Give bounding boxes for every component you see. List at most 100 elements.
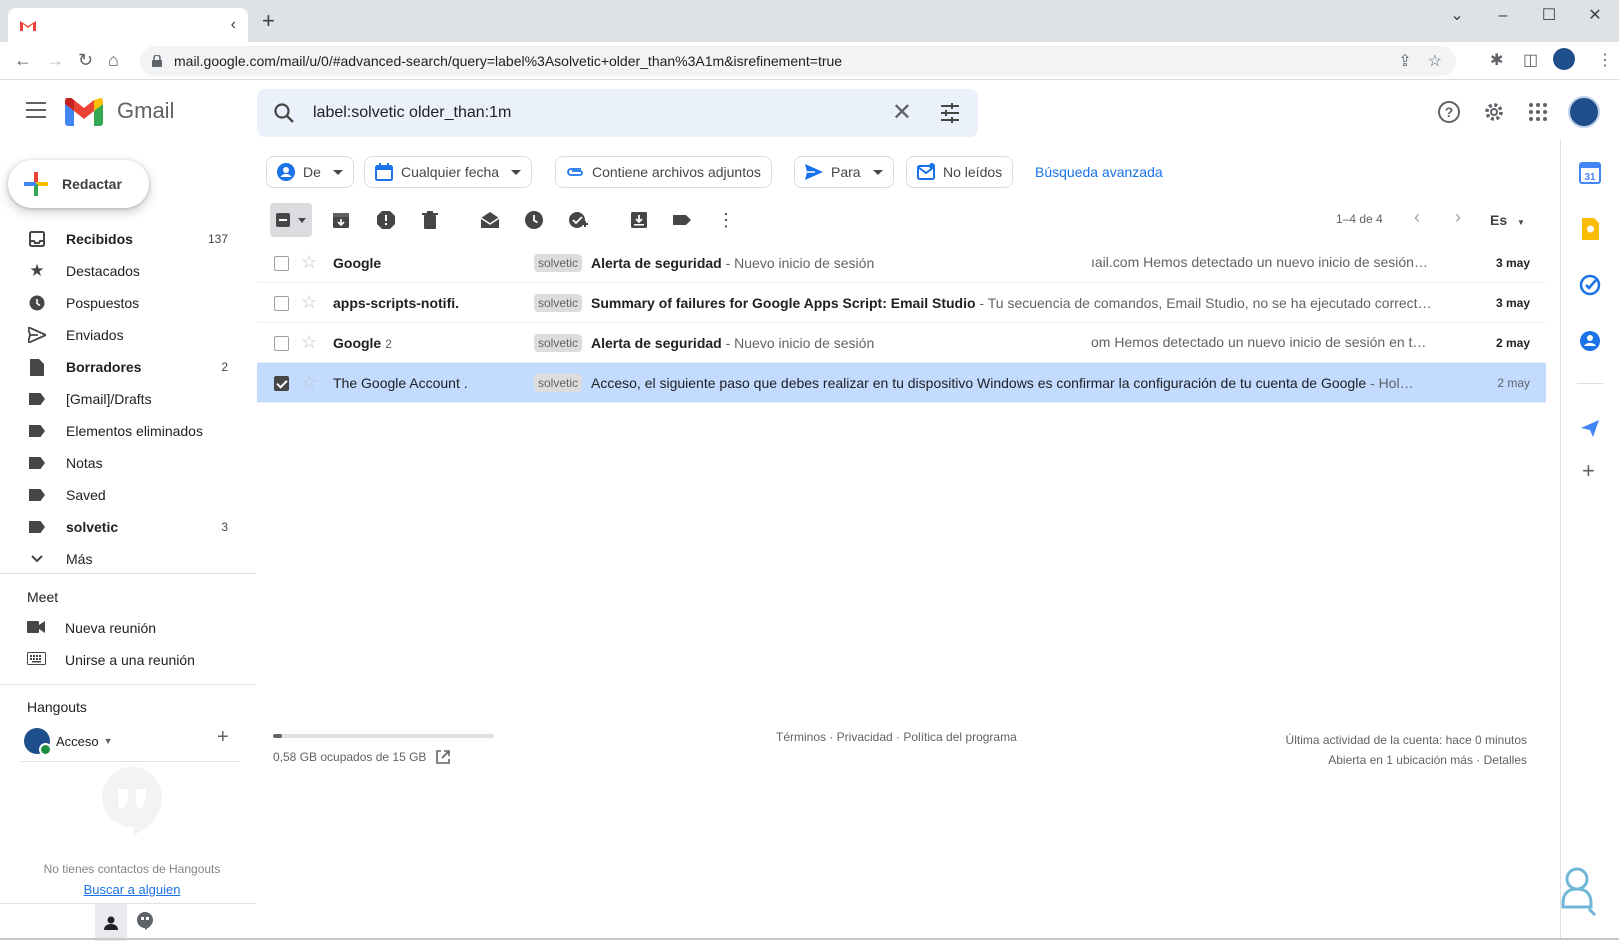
hangouts-chat-icon[interactable] (137, 912, 153, 935)
bookmark-star-icon[interactable]: ☆ (1428, 51, 1442, 71)
back-icon[interactable]: ← (14, 50, 32, 70)
person-icon[interactable] (95, 904, 127, 941)
report-spam-icon[interactable] (376, 210, 396, 230)
next-page-icon[interactable]: › (1455, 207, 1461, 228)
star-toggle-icon[interactable]: ☆ (301, 373, 317, 391)
sidebar-item-recibidos[interactable]: Recibidos 137 (0, 223, 256, 255)
main-menu-icon[interactable] (26, 102, 46, 123)
join-meeting-label: Unirse a una reunión (65, 652, 195, 668)
snooze-icon[interactable] (524, 210, 544, 230)
caret-down-icon (332, 169, 343, 175)
hangouts-empty-text: No tienes contactos de Hangouts (43, 862, 221, 876)
maximize-button[interactable]: ☐ (1526, 6, 1572, 26)
search-icon[interactable] (273, 102, 295, 124)
sidebar-item-label: Pospuestos (66, 295, 140, 311)
mark-as-read-icon[interactable] (480, 210, 500, 230)
label-as-icon[interactable] (672, 210, 692, 230)
filter-date-chip[interactable]: Cualquier fecha (364, 156, 533, 188)
sidebar-item-borradores[interactable]: Borradores 2 (0, 351, 256, 383)
label-chip[interactable]: solvetic (534, 294, 583, 312)
sidebar-item-mas[interactable]: Más (0, 543, 256, 575)
sidebar-item-notas[interactable]: Notas (0, 447, 256, 479)
message-row-selected[interactable]: ☆ The Google Account . solvetic Acceso, … (257, 363, 1546, 403)
omnibox[interactable]: mail.google.com/mail/u/0/#advanced-searc… (140, 46, 1456, 76)
star-toggle-icon[interactable]: ☆ (301, 333, 317, 351)
sidebar-item-solvetic[interactable]: solvetic 3 (0, 511, 256, 543)
keep-app-icon[interactable] (1579, 218, 1601, 240)
label-chip[interactable]: solvetic (534, 254, 583, 272)
apps-grid-icon[interactable] (1526, 100, 1550, 124)
search-options-icon[interactable] (940, 103, 960, 123)
sidebar-item-pospuestos[interactable]: Pospuestos (0, 287, 256, 319)
hangouts-user[interactable]: Acceso ▼ (24, 728, 113, 756)
advanced-search-link[interactable]: Búsqueda avanzada (1035, 164, 1163, 180)
clear-search-icon[interactable]: ✕ (892, 99, 912, 127)
pagination-text: 1–4 de 4 (1336, 212, 1383, 226)
sidebar-item-enviados[interactable]: Enviados (0, 319, 256, 351)
delete-icon[interactable] (420, 210, 440, 230)
add-to-tasks-icon[interactable] (568, 210, 588, 230)
add-contact-icon[interactable]: + (217, 726, 229, 749)
star-toggle-icon[interactable]: ☆ (301, 293, 317, 311)
open-in-new-icon[interactable] (436, 750, 451, 764)
calendar-app-icon[interactable]: 31 (1579, 162, 1601, 184)
sidebar-item-saved[interactable]: Saved (0, 479, 256, 511)
tab-chevron-icon[interactable]: ‹ (231, 16, 236, 34)
tasks-app-icon[interactable] (1579, 274, 1601, 296)
help-icon[interactable]: ? (1437, 100, 1461, 124)
share-icon[interactable]: ⇪ (1398, 51, 1411, 71)
sessions-details-link[interactable]: Abierta en 1 ubicación más · Detalles (1286, 750, 1527, 770)
move-to-icon[interactable] (629, 210, 649, 230)
reload-icon[interactable]: ↻ (78, 50, 93, 70)
label-chip[interactable]: solvetic (534, 374, 583, 392)
join-meeting-link[interactable]: Unirse a una reunión (27, 652, 195, 668)
row-checkbox-checked[interactable] (274, 376, 289, 391)
sidebar-item-label: Notas (66, 455, 103, 471)
sidebar-item-elementos-eliminados[interactable]: Elementos eliminados (0, 415, 256, 447)
star-toggle-icon[interactable]: ☆ (301, 253, 317, 271)
filter-to-chip[interactable]: Para (794, 156, 894, 188)
settings-gear-icon[interactable] (1482, 100, 1506, 124)
get-addons-icon[interactable]: + (1582, 458, 1595, 484)
message-row[interactable]: ☆ Google 2 solvetic Alerta de seguridad -… (257, 323, 1546, 363)
profile-avatar[interactable] (1553, 48, 1575, 70)
forward-icon[interactable]: → (46, 50, 64, 70)
minimize-button[interactable]: – (1480, 6, 1526, 26)
previous-page-icon[interactable]: ‹ (1414, 207, 1420, 228)
compose-button[interactable]: Redactar (8, 160, 149, 208)
divider (1577, 383, 1603, 384)
last-activity-text: Última actividad de la cuenta: hace 0 mi… (1285, 733, 1527, 747)
message-row[interactable]: ☆ Google solvetic Alerta de seguridad - … (257, 243, 1546, 283)
select-all-checkbox[interactable] (270, 203, 312, 237)
home-icon[interactable]: ⌂ (108, 50, 119, 70)
extensions-icon[interactable]: ✱ (1490, 50, 1503, 70)
tab-search-icon[interactable]: ⌄ (1434, 6, 1480, 26)
new-meeting-link[interactable]: Nueva reunión (27, 620, 156, 636)
row-checkbox[interactable] (274, 296, 289, 311)
input-language-button[interactable]: Es ▼ (1490, 212, 1525, 228)
side-panel-icon[interactable]: ◫ (1523, 50, 1538, 70)
filter-attachments-chip[interactable]: Contiene archivos adjuntos (555, 156, 772, 188)
row-checkbox[interactable] (274, 336, 289, 351)
footer-links[interactable]: Términos · Privacidad · Política del pro… (776, 730, 1017, 744)
filter-from-chip[interactable]: De (266, 156, 354, 188)
more-options-icon[interactable]: ⋮ (716, 210, 736, 230)
sidebar-item-destacados[interactable]: ★ Destacados (0, 255, 256, 287)
row-checkbox[interactable] (274, 256, 289, 271)
label-chip[interactable]: solvetic (534, 334, 583, 352)
send-icon (28, 326, 46, 344)
message-row[interactable]: ☆ apps-scripts-notifi. solvetic Summary … (257, 283, 1546, 323)
message-sender: The Google Account . (333, 374, 468, 391)
new-tab-button[interactable]: + (262, 10, 275, 32)
search-input[interactable] (313, 99, 873, 127)
find-someone-link[interactable]: Buscar a alguien (0, 882, 264, 897)
addon-send-icon[interactable] (1579, 417, 1601, 439)
contacts-app-icon[interactable] (1579, 330, 1601, 352)
account-avatar[interactable] (1568, 96, 1600, 128)
archive-icon[interactable] (331, 210, 351, 230)
browser-menu-icon[interactable]: ⋮ (1597, 50, 1613, 70)
filter-unread-chip[interactable]: No leídos (906, 156, 1014, 188)
sidebar-item-gmail-drafts[interactable]: [Gmail]/Drafts (0, 383, 256, 415)
browser-tab[interactable]: ‹ (8, 8, 248, 42)
close-window-button[interactable]: ✕ (1572, 6, 1618, 26)
